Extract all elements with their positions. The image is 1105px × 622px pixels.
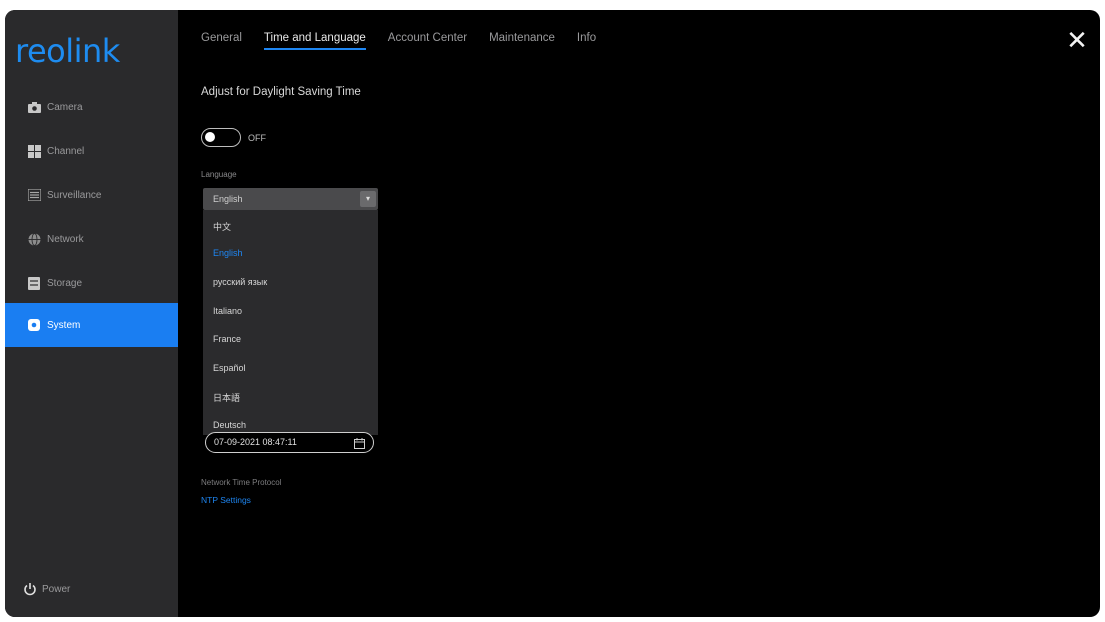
language-option[interactable]: Deutsch (213, 420, 246, 430)
settings-window: reolink Camera Channel Surveillance Netw… (5, 10, 1100, 617)
language-option[interactable]: Español (213, 363, 246, 373)
datetime-field[interactable]: 07-09-2021 08:47:11 (205, 432, 374, 453)
gear-icon (27, 318, 41, 332)
calendar-icon (354, 436, 365, 449)
sidebar-item-label: Camera (47, 101, 83, 113)
sidebar: reolink Camera Channel Surveillance Netw… (5, 10, 178, 617)
tab-time-and-language[interactable]: Time and Language (263, 32, 366, 50)
tab-account-center[interactable]: Account Center (388, 32, 467, 50)
sidebar-item-label: System (47, 319, 81, 331)
language-option[interactable]: Italiano (213, 306, 242, 316)
tab-info[interactable]: Info (577, 32, 596, 50)
language-option[interactable]: 中文 (213, 220, 231, 233)
sidebar-item-storage[interactable]: Storage (5, 261, 178, 305)
camera-icon (27, 100, 41, 114)
language-option[interactable]: France (213, 334, 241, 344)
power-button[interactable]: Power (23, 582, 70, 596)
dst-title: Adjust for Daylight Saving Time (201, 86, 361, 98)
language-option[interactable]: русский язык (213, 277, 267, 287)
tab-maintenance[interactable]: Maintenance (489, 32, 555, 50)
datetime-value: 07-09-2021 08:47:11 (214, 437, 297, 447)
globe-icon (27, 232, 41, 246)
ntp-settings-link[interactable]: NTP Settings (201, 495, 251, 505)
power-icon (23, 582, 37, 596)
toggle-knob (205, 132, 215, 142)
sidebar-item-network[interactable]: Network (5, 217, 178, 261)
storage-icon (27, 276, 41, 290)
language-option-selected[interactable]: English (213, 248, 243, 258)
sidebar-item-label: Network (47, 233, 84, 245)
list-icon (27, 188, 41, 202)
close-button[interactable]: ✕ (1065, 28, 1089, 54)
tab-general[interactable]: General (201, 32, 242, 50)
tab-bar: General Time and Language Account Center… (201, 32, 618, 56)
dst-toggle-label: OFF (248, 133, 266, 143)
sidebar-item-label: Surveillance (47, 189, 102, 201)
reolink-logo: reolink (15, 32, 120, 70)
top-caption-strip (0, 0, 1105, 10)
close-icon: ✕ (1066, 26, 1088, 56)
language-selected-value: English (213, 194, 243, 204)
ntp-label: Network Time Protocol (201, 478, 282, 487)
dst-toggle[interactable] (201, 128, 241, 147)
sidebar-item-surveillance[interactable]: Surveillance (5, 173, 178, 217)
language-label: Language (201, 170, 237, 179)
power-label: Power (42, 583, 71, 595)
chevron-down-icon: ▾ (360, 191, 376, 207)
sidebar-item-label: Channel (47, 145, 85, 157)
channel-grid-icon (27, 144, 41, 158)
sidebar-item-system[interactable]: System (5, 303, 178, 347)
sidebar-item-label: Storage (47, 277, 83, 289)
sidebar-item-channel[interactable]: Channel (5, 129, 178, 173)
language-select[interactable]: English ▾ (203, 188, 378, 210)
language-option[interactable]: 日本語 (213, 391, 240, 404)
language-dropdown: 中文 English русский язык Italiano France … (203, 210, 378, 435)
sidebar-item-camera[interactable]: Camera (5, 85, 178, 129)
